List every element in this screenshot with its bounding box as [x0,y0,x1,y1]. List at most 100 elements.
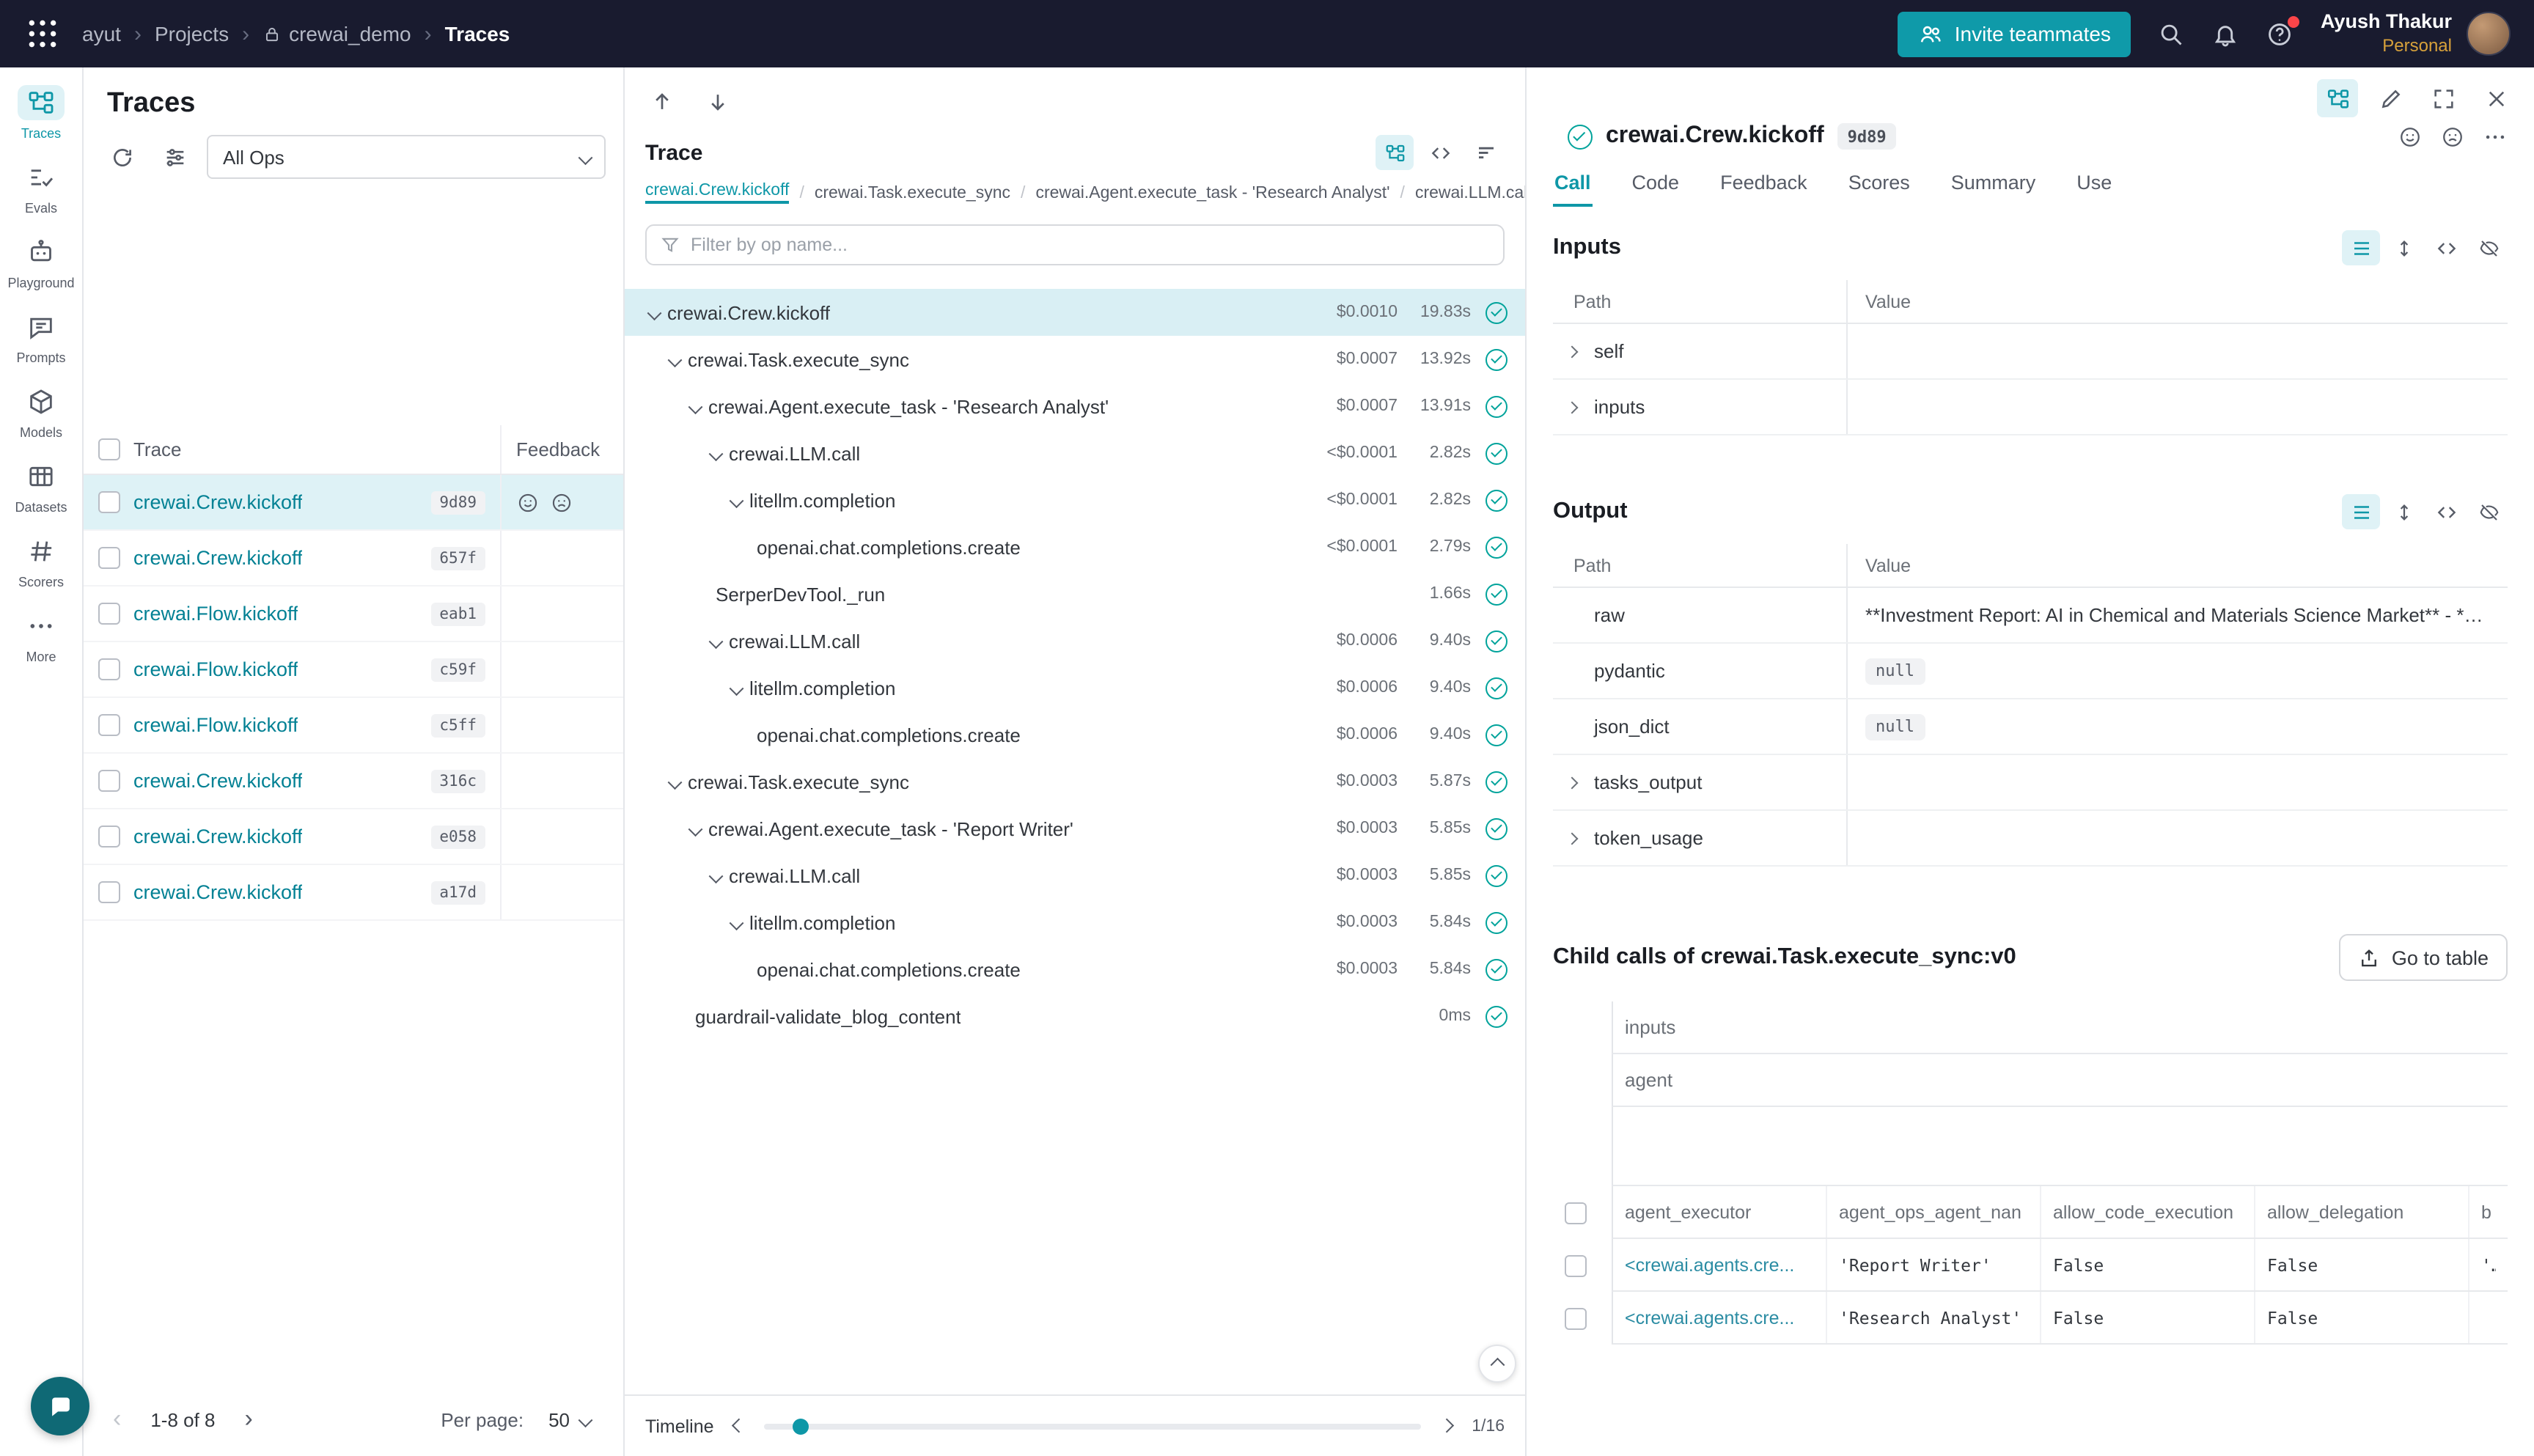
row-checkbox[interactable] [98,658,120,680]
column-header[interactable]: b [2481,1202,2491,1222]
trace-tree-row[interactable]: openai.chat.completions.create$0.00035.8… [625,946,1525,993]
trace-tree-row[interactable]: litellm.completion<$0.00012.82s [625,477,1525,523]
row-checkbox[interactable] [98,547,120,569]
trace-tree-row[interactable]: crewai.Agent.execute_task - 'Report Writ… [625,805,1525,852]
column-header[interactable]: agent_executor [1625,1202,1751,1222]
sidebar-item-evals[interactable]: Evals [0,157,82,218]
notifications-bell-icon[interactable] [2212,20,2240,48]
search-icon[interactable] [2158,20,2186,48]
table-row[interactable]: crewai.Flow.kickoffc59f [84,642,623,698]
sidebar-item-models[interactable]: Models [0,381,82,443]
json-view-button[interactable] [2427,494,2465,529]
op-breadcrumb-item[interactable]: crewai.Task.execute_sync [815,184,1010,202]
op-breadcrumb-item[interactable]: crewai.Crew.kickoff [645,182,789,204]
output-row[interactable]: tasks_output [1553,755,2508,811]
thumbs-down-frown-icon[interactable] [550,490,573,514]
trace-tree-row[interactable]: guardrail-validate_blog_content0ms [625,993,1525,1040]
op-filter-input[interactable] [691,235,1490,255]
trace-link[interactable]: crewai.Crew.kickoff [133,826,303,848]
sidebar-item-traces[interactable]: Traces [0,82,82,144]
table-row[interactable]: crewai.Crew.kickoff9d89 [84,475,623,531]
row-checkbox[interactable] [98,714,120,736]
expand-all-button[interactable] [2384,230,2423,265]
trace-link[interactable]: crewai.Crew.kickoff [133,881,303,903]
feedback-smiley-icon[interactable] [2398,124,2423,149]
table-view-button[interactable] [2342,230,2380,265]
op-breadcrumb-item[interactable]: crewai.Agent.execute_task - 'Research An… [1035,184,1389,202]
sidebar-item-prompts[interactable]: Prompts [0,306,82,368]
table-row[interactable]: crewai.Crew.kickoffa17d [84,865,623,921]
chevron-right-icon[interactable] [1553,834,1588,842]
user-menu[interactable]: Ayush Thakur Personal [2321,10,2511,57]
timeline-slider-handle[interactable] [793,1418,809,1434]
table-row[interactable]: crewai.Flow.kickoffc5ff [84,698,623,754]
breadcrumb-project[interactable]: crewai_demo [262,22,411,45]
sidebar-item-playground[interactable]: Playground [0,232,82,293]
trace-tree-row[interactable]: crewai.LLM.call<$0.00012.82s [625,430,1525,477]
sidebar-item-more[interactable]: More [0,606,82,667]
trace-tree-row[interactable]: litellm.completion$0.00069.40s [625,664,1525,711]
collapse-panel-button[interactable] [1478,1345,1516,1383]
table-row[interactable]: <crewai.agents.cre... 'Report Writer' Fa… [1553,1239,2508,1292]
trace-link[interactable]: crewai.Crew.kickoff [133,491,303,513]
breadcrumb-projects[interactable]: Projects [155,22,229,45]
trace-link[interactable]: crewai.Crew.kickoff [133,547,303,569]
column-header[interactable]: allow_delegation [2267,1202,2403,1222]
column-settings-button[interactable] [154,136,195,177]
chat-widget-button[interactable] [31,1377,89,1435]
breadcrumb-team[interactable]: ayut [82,22,121,45]
tree-view-button[interactable] [1376,135,1414,170]
chevron-right-icon[interactable] [1553,402,1588,411]
code-view-button[interactable] [1421,135,1459,170]
hide-values-button[interactable] [2469,494,2508,529]
chevron-down-icon[interactable] [704,871,729,880]
sidebar-item-scorers[interactable]: Scorers [0,531,82,592]
fullscreen-button[interactable] [2423,79,2464,117]
trace-tree-row[interactable]: crewai.Task.execute_sync$0.00035.87s [625,758,1525,805]
tab-use[interactable]: Use [2075,161,2113,207]
json-view-button[interactable] [2427,230,2465,265]
chevron-down-icon[interactable] [663,355,688,364]
output-row[interactable]: token_usage [1553,811,2508,867]
trace-tree-row[interactable]: litellm.completion$0.00035.84s [625,899,1525,946]
chevron-down-icon[interactable] [704,636,729,646]
ops-filter-select[interactable]: All Ops [207,135,606,179]
agent-executor-link[interactable]: <crewai.agents.cre... [1625,1307,1794,1328]
trace-tree-row[interactable]: crewai.LLM.call$0.00069.40s [625,617,1525,664]
chevron-down-icon[interactable] [704,449,729,458]
chevron-down-icon[interactable] [683,402,708,411]
trace-tree-row[interactable]: crewai.Agent.execute_task - 'Research An… [625,383,1525,430]
row-checkbox[interactable] [98,826,120,848]
close-panel-button[interactable] [2475,79,2516,117]
trace-tree-row[interactable]: SerperDevTool._run1.66s [625,570,1525,617]
trace-tree-row[interactable]: openai.chat.completions.create<$0.00012.… [625,523,1525,570]
output-row[interactable]: json_dict null [1553,699,2508,755]
chevron-right-icon[interactable] [1553,347,1588,356]
tab-code[interactable]: Code [1631,161,1681,207]
chevron-down-icon[interactable] [724,918,749,927]
chevron-down-icon[interactable] [642,308,667,317]
invite-teammates-button[interactable]: Invite teammates [1898,11,2131,56]
help-icon[interactable] [2266,20,2294,48]
tab-feedback[interactable]: Feedback [1719,161,1809,207]
chevron-down-icon[interactable] [683,824,708,834]
agent-executor-link[interactable]: <crewai.agents.cre... [1625,1254,1794,1275]
group-header[interactable]: inputs [1613,1016,1675,1038]
tab-scores[interactable]: Scores [1847,161,1911,207]
select-all-checkbox[interactable] [1565,1202,1587,1224]
table-row[interactable]: crewai.Crew.kickoff316c [84,754,623,809]
expand-all-button[interactable] [2384,494,2423,529]
prev-page-button[interactable]: ‹ [104,1405,130,1434]
tab-call[interactable]: Call [1553,161,1593,207]
tab-summary[interactable]: Summary [1950,161,2038,207]
previous-trace-button[interactable] [645,85,677,117]
trace-tree-row[interactable]: crewai.LLM.call$0.00035.85s [625,852,1525,899]
trace-tree-row[interactable]: crewai.Task.execute_sync$0.000713.92s [625,336,1525,383]
table-row[interactable]: crewai.Flow.kickoffeab1 [84,587,623,642]
avatar[interactable] [2467,12,2511,56]
show-tree-button[interactable] [2317,79,2358,117]
chevron-down-icon[interactable] [663,777,688,787]
timeline-next-button[interactable] [1436,1416,1457,1437]
op-breadcrumb-item[interactable]: crewai.LLM.call [1415,184,1525,202]
input-row[interactable]: inputs [1553,380,2508,435]
